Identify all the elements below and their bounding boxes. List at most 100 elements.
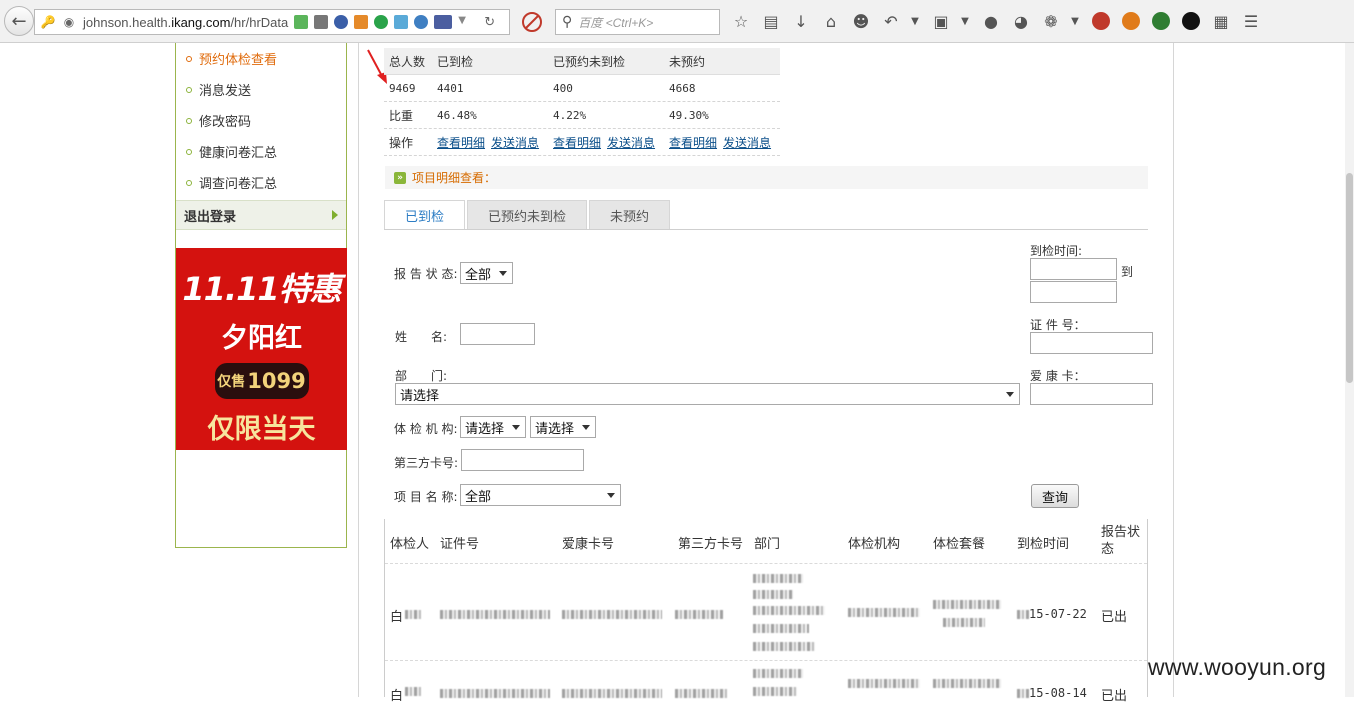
redacted-year: [1017, 610, 1029, 619]
comment-icon[interactable]: ●: [980, 10, 1002, 32]
sidebar-item-message[interactable]: 消息发送: [176, 74, 346, 105]
sidebar-item-booking[interactable]: 预约体检查看: [176, 43, 346, 74]
redacted-dept: [753, 642, 815, 651]
department-select[interactable]: 请选择: [395, 383, 1020, 405]
star-icon[interactable]: ☆: [730, 10, 752, 32]
ikang-card-input[interactable]: [1030, 383, 1153, 405]
wave-extension-icon[interactable]: [414, 15, 429, 29]
sidebar-item-survey[interactable]: 调查问卷汇总: [176, 167, 346, 198]
arrive-time-label: 到检时间:: [1030, 244, 1083, 258]
cloud-extension-icon[interactable]: [394, 15, 409, 29]
arrive-time-end-input[interactable]: [1030, 281, 1117, 303]
view-detail-link[interactable]: 查看明细: [437, 136, 485, 150]
column-header: 报告状态: [1101, 525, 1141, 557]
bullet-icon: [186, 179, 192, 186]
shield-icon[interactable]: [1150, 10, 1172, 32]
firebug-icon[interactable]: [1120, 10, 1142, 32]
chat-icon[interactable]: ☻: [850, 10, 872, 32]
org-branch-select[interactable]: 请选择: [530, 416, 596, 438]
item-name-select[interactable]: 全部: [460, 484, 621, 506]
scrollbar-thumb[interactable]: [1346, 173, 1353, 383]
w-shield-icon[interactable]: [1180, 10, 1202, 32]
sidebar-item-label: 健康问卷汇总: [199, 146, 278, 161]
logout-label: 退出登录: [184, 209, 237, 225]
address-bar[interactable]: 🔑 ◉ johnson.health.ikang.com/hr/hrData ▼…: [34, 9, 510, 35]
tab-divider: [384, 229, 1148, 230]
third-party-card-input[interactable]: [461, 449, 584, 471]
redacted-dept: [753, 624, 809, 633]
id-number-input[interactable]: [1030, 332, 1153, 354]
chevron-down-icon[interactable]: ▼: [1070, 10, 1080, 32]
redacted-org: [848, 608, 920, 617]
g-extension-icon[interactable]: [374, 15, 389, 29]
grid-icon[interactable]: ▦: [1210, 10, 1232, 32]
view-detail-link[interactable]: 查看明细: [553, 136, 601, 150]
query-button[interactable]: 查询: [1031, 484, 1079, 508]
tab-booked-not-arrived[interactable]: 已预约未到检: [467, 200, 588, 230]
send-message-link[interactable]: 发送消息: [723, 136, 771, 150]
reload-icon[interactable]: ↻: [484, 15, 498, 30]
home-icon[interactable]: ⌂: [820, 10, 842, 32]
back-icon[interactable]: ←: [4, 6, 34, 36]
summary-ratio-row: 比重 46.48% 4.22% 49.30%: [384, 102, 780, 129]
chevron-down-icon[interactable]: ▼: [458, 15, 472, 29]
block-icon[interactable]: [522, 12, 542, 32]
redacted-package: [933, 679, 1001, 688]
third-party-card-label: 第三方卡号:: [394, 456, 459, 470]
tab-arrived[interactable]: 已到检: [384, 200, 466, 230]
summary-header: 总人数: [389, 54, 426, 69]
sidebar-item-label: 调查问卷汇总: [199, 177, 278, 192]
sidebar-item-label: 预约体检查看: [199, 53, 278, 68]
bullet-icon: [186, 148, 192, 155]
php-extension-icon[interactable]: [434, 15, 453, 29]
w-extension-icon[interactable]: [334, 15, 349, 29]
not-booked-ratio: 49.30%: [669, 108, 709, 122]
logout-button[interactable]: 退出登录: [176, 200, 346, 230]
org-label: 体 检 机 构:: [394, 422, 458, 436]
menu-icon[interactable]: ☰: [1240, 10, 1262, 32]
search-input[interactable]: ⚲ 百度 <Ctrl+K>: [555, 9, 720, 35]
bullet-icon: [186, 55, 192, 62]
person-cell: 白: [390, 689, 404, 704]
org-province-select[interactable]: 请选择: [460, 416, 526, 438]
expand-icon: »: [394, 171, 406, 184]
ikang-card-label: 爱 康 卡：: [1030, 369, 1086, 383]
qr-extension-icon[interactable]: [314, 15, 329, 29]
send-message-link[interactable]: 发送消息: [607, 136, 655, 150]
undo-icon[interactable]: ↶: [880, 10, 902, 32]
not-booked-count: 4668: [669, 81, 696, 95]
sidebar-item-health-survey[interactable]: 健康问卷汇总: [176, 136, 346, 167]
view-detail-link[interactable]: 查看明细: [669, 136, 717, 150]
column-header: 爱康卡号: [562, 537, 615, 552]
globe-icon: ◉: [63, 15, 75, 29]
java-extension-icon[interactable]: [354, 15, 369, 29]
redacted-dept: [753, 590, 793, 599]
download-icon[interactable]: ↓: [790, 10, 812, 32]
id-number-label: 证 件 号：: [1030, 318, 1086, 332]
summary-header-row: 总人数 已到检 已预约未到检 未预约: [384, 48, 780, 75]
name-input[interactable]: [460, 323, 535, 345]
column-header: 证件号: [440, 537, 480, 552]
chevron-down-icon[interactable]: ▼: [910, 10, 920, 32]
summary-count-row: 9469 4401 400 4668: [384, 75, 780, 102]
report-status-select[interactable]: 全部: [460, 262, 513, 284]
report-status-label: 报 告 状 态:: [394, 267, 458, 281]
promo-banner[interactable]: 11.11特惠 夕阳红 仅售 1099 仅限当天: [176, 248, 347, 450]
table-row[interactable]: 白 15-08-14 已出: [385, 660, 1147, 704]
vertical-scrollbar[interactable]: [1345, 43, 1354, 697]
arrived-count: 4401: [437, 81, 464, 95]
avatar-icon[interactable]: ◕: [1010, 10, 1032, 32]
crop-icon[interactable]: ▣: [930, 10, 952, 32]
tab-bar: 已到检 已预约未到检 未预约: [384, 200, 672, 230]
chevron-down-icon[interactable]: ▼: [960, 10, 970, 32]
clipboard-icon[interactable]: ▤: [760, 10, 782, 32]
table-row[interactable]: 白 15-07-22 已出: [385, 563, 1147, 660]
bug-icon[interactable]: ❁: [1040, 10, 1062, 32]
to-label: 到: [1121, 265, 1134, 279]
tab-not-booked[interactable]: 未预约: [589, 200, 671, 230]
arrive-time-start-input[interactable]: [1030, 258, 1117, 280]
sidebar-item-password[interactable]: 修改密码: [176, 105, 346, 136]
shield-extension-icon[interactable]: [294, 15, 309, 29]
target-icon[interactable]: [1090, 10, 1112, 32]
send-message-link[interactable]: 发送消息: [491, 136, 539, 150]
